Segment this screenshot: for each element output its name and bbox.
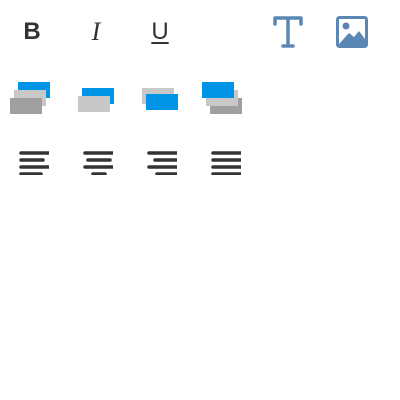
send-to-back-button[interactable]	[198, 76, 242, 116]
align-left-icon	[15, 145, 49, 175]
align-right-button[interactable]	[140, 140, 180, 180]
send-backward-button[interactable]	[138, 76, 178, 116]
bring-forward-icon	[74, 80, 114, 112]
bring-to-front-button[interactable]	[6, 76, 50, 116]
bring-forward-button[interactable]	[74, 76, 114, 116]
align-justify-icon	[207, 145, 241, 175]
align-right-icon	[143, 145, 177, 175]
bring-to-front-icon	[6, 78, 50, 114]
send-to-back-icon	[198, 78, 242, 114]
underline-label: U	[151, 18, 169, 45]
text-insert-icon	[272, 15, 304, 49]
align-left-button[interactable]	[12, 140, 52, 180]
underline-button[interactable]: U	[140, 12, 180, 52]
bold-label: B	[23, 18, 41, 45]
send-backward-icon	[138, 80, 178, 112]
insert-text-button[interactable]	[268, 12, 308, 52]
italic-label: I	[91, 17, 101, 46]
editor-toolbar: B I U	[0, 0, 400, 400]
bold-button[interactable]: B	[12, 12, 52, 52]
insert-image-button[interactable]	[332, 12, 372, 52]
align-justify-button[interactable]	[204, 140, 244, 180]
image-insert-icon	[335, 15, 369, 49]
align-center-icon	[79, 145, 113, 175]
italic-button[interactable]: I	[76, 12, 116, 52]
align-center-button[interactable]	[76, 140, 116, 180]
